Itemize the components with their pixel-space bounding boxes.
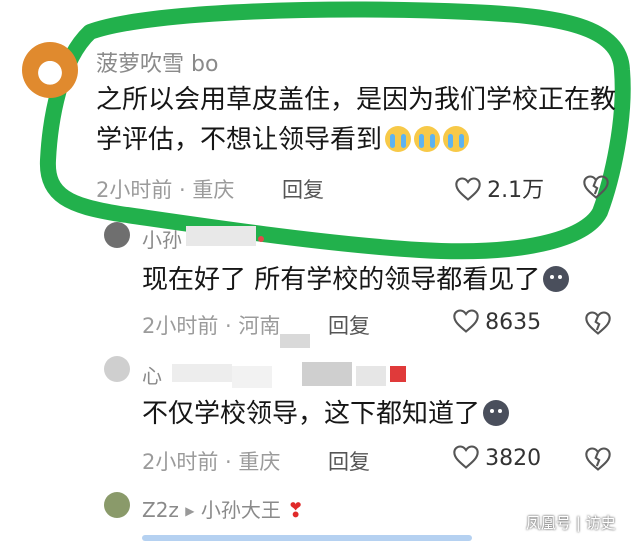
- comment-location: 河南: [238, 314, 281, 338]
- comment-username[interactable]: 心: [142, 360, 162, 389]
- redaction-block: [172, 364, 232, 382]
- comment-username[interactable]: 菠萝吹雪 bo: [96, 46, 218, 78]
- red-heart-icon: ❣: [287, 498, 305, 522]
- reply-to-username[interactable]: 小孙大王: [201, 498, 281, 522]
- comment-text: 之所以会用草皮盖住，是因为我们学校正在教学评估，不想让领导看到: [96, 85, 617, 155]
- like-button[interactable]: 2.1万: [454, 172, 544, 204]
- avatar[interactable]: [104, 222, 130, 248]
- comment-text: 不仅学校领导，这下都知道了: [142, 394, 510, 434]
- comment-time: 2小时前: [142, 314, 219, 338]
- dark-face-icon: [543, 266, 570, 292]
- comment-meta: 2小时前 · 重庆: [142, 450, 281, 474]
- dislike-heart-icon[interactable]: [584, 310, 612, 336]
- comment-time: 2小时前: [96, 178, 173, 202]
- comment-username[interactable]: 小孙: [142, 224, 182, 253]
- avatar[interactable]: [104, 492, 130, 518]
- reply-button[interactable]: 回复: [282, 174, 324, 204]
- comment-time: 2小时前: [142, 450, 219, 474]
- dislike-heart-icon[interactable]: [582, 174, 610, 200]
- heart-icon: [453, 445, 479, 469]
- comment-username[interactable]: Z2z ▶ 小孙大王 ❣: [142, 494, 304, 523]
- redaction-block: [356, 366, 386, 386]
- comment-meta: 2小时前 · 重庆: [96, 178, 235, 202]
- like-count: 3820: [485, 446, 542, 471]
- redaction-block: [390, 366, 406, 382]
- loudly-crying-face-icon: [414, 126, 441, 152]
- like-count: 8635: [485, 310, 542, 335]
- avatar[interactable]: [104, 356, 130, 382]
- loudly-crying-face-icon: [443, 126, 470, 152]
- redaction-block: [280, 334, 310, 348]
- like-button[interactable]: 3820: [452, 444, 541, 471]
- redaction-block: [232, 366, 272, 388]
- like-count: 2.1万: [487, 178, 545, 203]
- reply-button[interactable]: 回复: [328, 310, 370, 340]
- comment-location: 重庆: [192, 178, 235, 202]
- redaction-block: [302, 362, 352, 386]
- comment-location: 重庆: [238, 450, 281, 474]
- watermark: 凤凰号 | 访史: [526, 514, 616, 532]
- reply-button[interactable]: 回复: [328, 446, 370, 476]
- redaction-block: [186, 226, 256, 246]
- dislike-heart-icon[interactable]: [584, 446, 612, 472]
- heart-icon: [453, 309, 479, 333]
- comment-text-cropped: [142, 528, 472, 541]
- like-button[interactable]: 8635: [452, 308, 541, 335]
- avatar[interactable]: [22, 42, 78, 98]
- heart-icon: [455, 177, 481, 201]
- loudly-crying-face-icon: [385, 126, 412, 152]
- comment-text: 现在好了 所有学校的领导都看见了: [142, 260, 570, 300]
- dark-face-icon: [483, 400, 510, 426]
- comment-meta: 2小时前 · 河南: [142, 314, 281, 338]
- redaction-block: [258, 236, 264, 242]
- reply-arrow-icon: ▶: [185, 504, 195, 518]
